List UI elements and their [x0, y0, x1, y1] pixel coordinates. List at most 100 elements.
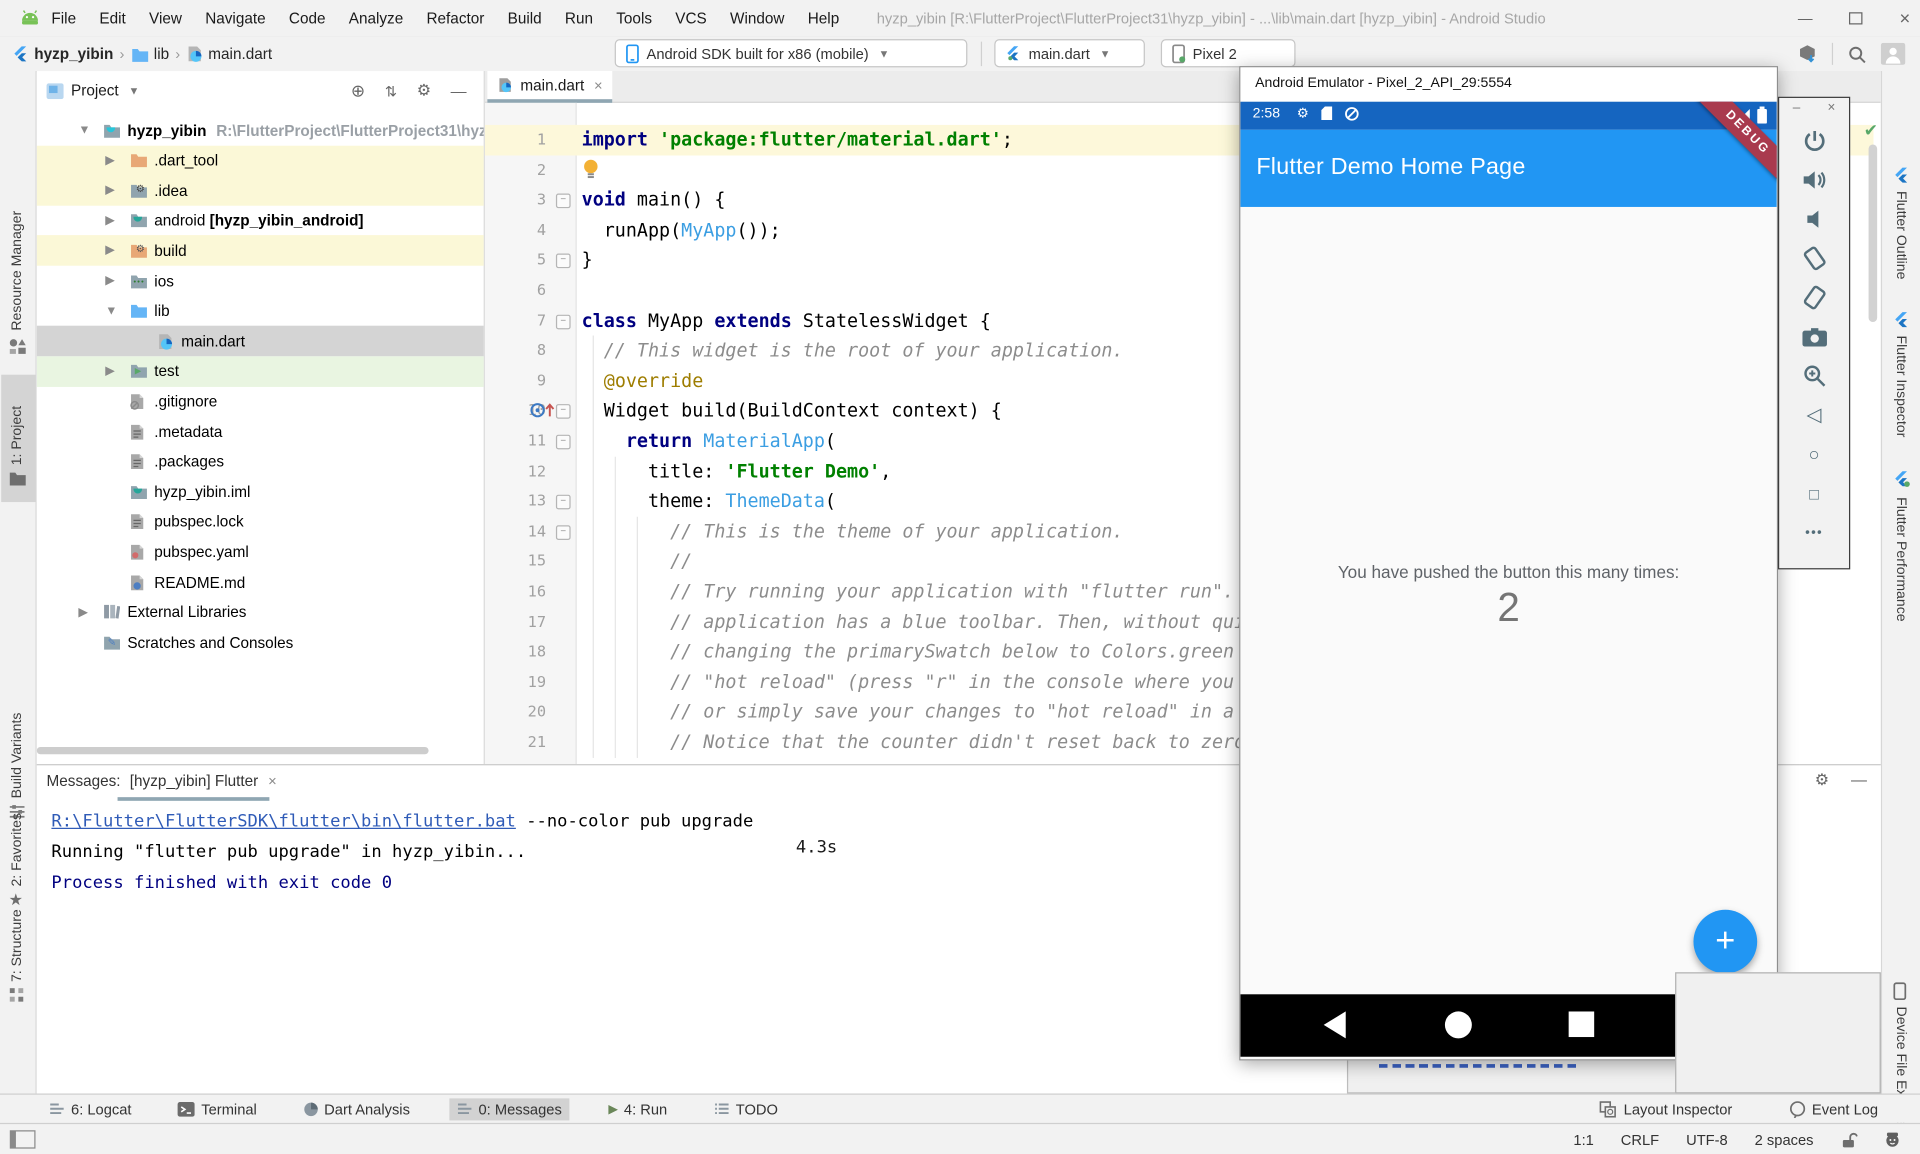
chevron-right-icon[interactable]: ▶ — [105, 214, 114, 227]
chevron-right-icon[interactable]: ▶ — [78, 606, 87, 619]
collapse-all-icon[interactable]: ⇅ — [385, 81, 397, 99]
tree-row-lib[interactable]: ▼lib — [37, 296, 485, 327]
tree-row-main-dart[interactable]: main.dart — [37, 326, 485, 357]
messages-tab[interactable]: [hyzp_yibin] Flutter× — [130, 773, 277, 790]
volume-up-icon[interactable] — [1801, 167, 1828, 194]
tool-window-button-0-messages[interactable]: 0: Messages — [449, 1098, 569, 1120]
running-device-button[interactable]: Pixel 2 — [1161, 39, 1296, 67]
minimize-icon[interactable]: — — [1798, 10, 1813, 27]
avatar[interactable] — [1881, 43, 1905, 65]
menu-item-code[interactable]: Code — [289, 10, 326, 27]
tree-row-hyzp-yibin[interactable]: ▼hyzp_yibinR:\FlutterProject\FlutterProj… — [37, 115, 485, 146]
breadcrumb-item-lib[interactable]: lib — [131, 45, 170, 62]
tool-window-button-event-log[interactable]: Event Log — [1781, 1098, 1885, 1120]
screenshot-icon[interactable] — [1801, 323, 1828, 350]
fold-marker[interactable]: − — [556, 314, 571, 329]
tree-row-pubspec-yaml[interactable]: pubspec.yaml — [37, 537, 485, 568]
stripe-item-build-variants[interactable]: Build Variants — [10, 715, 25, 798]
unlock-icon[interactable] — [1840, 1131, 1857, 1148]
run-config-dropdown[interactable]: main.dart ▼ — [994, 39, 1145, 67]
tool-window-button-dart-analysis[interactable]: Dart Analysis — [296, 1098, 417, 1120]
stripe-item-7-structure[interactable]: 7: Structure — [10, 911, 25, 982]
tree-row-scratches-and-consoles[interactable]: ✎Scratches and Consoles — [37, 627, 485, 658]
tool-window-button-terminal[interactable]: Terminal — [171, 1098, 265, 1120]
fold-marker[interactable]: − — [556, 194, 571, 209]
fold-marker[interactable]: − — [556, 435, 571, 450]
back-icon[interactable]: ◁ — [1801, 402, 1828, 429]
console-link-fragment[interactable] — [1379, 1064, 1581, 1068]
menu-item-window[interactable]: Window — [730, 10, 784, 27]
menu-item-build[interactable]: Build — [508, 10, 542, 27]
tree-row-dart-tool[interactable]: ▶.dart_tool — [37, 145, 485, 176]
breadcrumb-item-main-dart[interactable]: main.dart — [186, 45, 272, 62]
home-icon[interactable]: ○ — [1801, 441, 1828, 468]
tool-window-button-4-run[interactable]: ▶4: Run — [601, 1098, 675, 1120]
chevron-down-icon[interactable]: ▼ — [78, 124, 90, 137]
tab-main-dart[interactable]: main.dart × — [487, 71, 612, 103]
chevron-right-icon[interactable]: ▶ — [105, 244, 114, 257]
status-item-crlf[interactable]: CRLF — [1621, 1131, 1659, 1148]
tool-window-button-layout-inspector[interactable]: Layout Inspector — [1592, 1098, 1740, 1120]
menu-item-view[interactable]: View — [149, 10, 182, 27]
fab-increment-button[interactable]: + — [1693, 910, 1757, 974]
tool-window-switcher-icon[interactable] — [10, 1130, 36, 1148]
zoom-icon[interactable] — [1801, 362, 1828, 389]
status-item-1-1[interactable]: 1:1 — [1573, 1131, 1593, 1148]
tree-row-metadata[interactable]: .metadata — [37, 416, 485, 447]
stripe-item-resource-manager[interactable]: Resource Manager — [10, 176, 25, 330]
tree-row-test[interactable]: ▶▶test — [37, 356, 485, 387]
chevron-right-icon[interactable]: ▶ — [105, 365, 114, 378]
settings-icon[interactable]: ⚙ — [1815, 770, 1829, 790]
menu-item-navigate[interactable]: Navigate — [205, 10, 265, 27]
stripe-item-1-project[interactable]: 1: Project — [10, 384, 25, 465]
editor-scrollbar[interactable] — [1869, 144, 1878, 322]
chevron-down-icon[interactable]: ▼ — [105, 304, 117, 317]
nav-back-icon[interactable] — [1321, 1010, 1348, 1039]
menu-item-refactor[interactable]: Refactor — [426, 10, 484, 27]
menu-item-file[interactable]: File — [51, 10, 76, 27]
hide-icon[interactable]: — — [1851, 770, 1867, 790]
tree-row-hyzp-yibin-iml[interactable]: hyzp_yibin.iml — [37, 477, 485, 508]
status-item-utf-8[interactable]: UTF-8 — [1686, 1131, 1728, 1148]
menu-item-edit[interactable]: Edit — [99, 10, 125, 27]
stripe-item-2-favorites[interactable]: 2: Favorites — [10, 818, 25, 887]
override-method-icon[interactable] — [529, 402, 558, 419]
hide-icon[interactable]: — — [451, 81, 467, 99]
tree-row-ios[interactable]: ▶•••ios — [37, 266, 485, 297]
more-icon[interactable]: ••• — [1801, 519, 1828, 546]
fold-marker[interactable]: − — [556, 254, 571, 269]
chevron-right-icon[interactable]: ▶ — [105, 154, 114, 167]
device-selector-dropdown[interactable]: Android SDK built for x86 (mobile) ▼ — [615, 39, 968, 67]
fold-marker[interactable]: − — [556, 525, 571, 540]
search-icon[interactable] — [1848, 45, 1866, 63]
emulator-screen[interactable]: 2:58 ⚙ Flutter Demo Home Page DEBUG You … — [1240, 102, 1776, 1060]
tree-row-build[interactable]: ▶⚙build — [37, 236, 485, 267]
stripe-item-flutter-outline[interactable]: Flutter Outline — [1893, 191, 1908, 279]
chevron-right-icon[interactable]: ▶ — [105, 184, 114, 197]
menu-item-tools[interactable]: Tools — [616, 10, 652, 27]
menu-item-analyze[interactable]: Analyze — [349, 10, 403, 27]
tree-row-gitignore[interactable]: .gitignore — [37, 386, 485, 417]
tool-window-button-todo[interactable]: TODO — [706, 1098, 785, 1120]
fold-marker[interactable]: − — [556, 495, 571, 510]
close-icon[interactable]: × — [1899, 8, 1910, 29]
close-icon[interactable]: × — [1828, 100, 1836, 115]
volume-down-icon[interactable] — [1801, 206, 1828, 233]
stripe-item-flutter-performance[interactable]: Flutter Performance — [1893, 497, 1908, 621]
power-icon[interactable] — [1801, 127, 1828, 154]
rotate-right-icon[interactable] — [1801, 284, 1828, 311]
emulator-title-bar[interactable]: Android Emulator - Pixel_2_API_29:5554 — [1240, 67, 1776, 101]
nav-home-icon[interactable] — [1444, 1010, 1473, 1039]
console-file-link[interactable]: R:\Flutter\FlutterSDK\flutter\bin\flutte… — [51, 812, 515, 832]
menu-item-vcs[interactable]: VCS — [675, 10, 706, 27]
android-emulator-window[interactable]: Android Emulator - Pixel_2_API_29:5554 2… — [1239, 66, 1778, 1060]
chevron-right-icon[interactable]: ▶ — [105, 274, 114, 287]
build-cube-icon[interactable] — [1798, 44, 1818, 64]
project-tree-hscrollbar[interactable] — [37, 747, 429, 754]
menu-item-help[interactable]: Help — [808, 10, 839, 27]
rotate-left-icon[interactable] — [1801, 245, 1828, 272]
tree-row-idea[interactable]: ▶⚙.idea — [37, 175, 485, 206]
tree-row-readme-md[interactable]: README.md — [37, 567, 485, 598]
tool-window-button-6-logcat[interactable]: 6: Logcat — [42, 1098, 139, 1120]
restore-icon[interactable] — [1849, 12, 1862, 24]
